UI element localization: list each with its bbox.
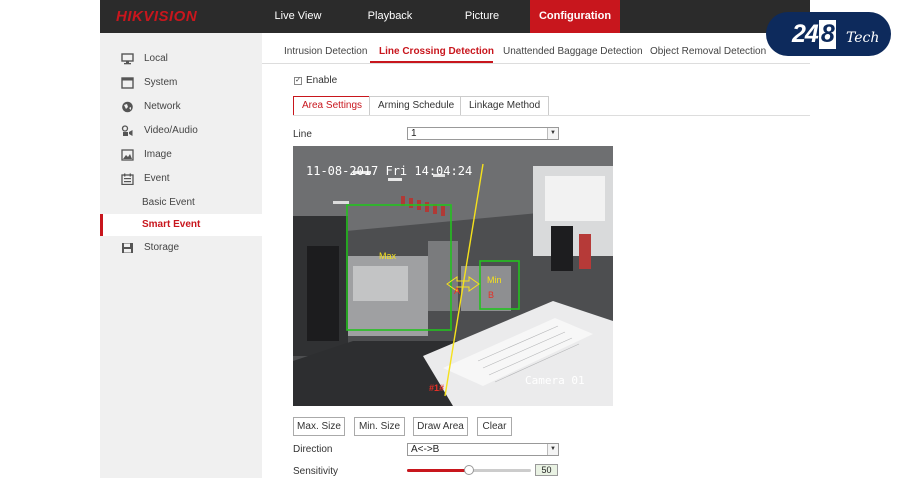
app-window: HIKVISION Live View Playback Picture Con…	[100, 0, 810, 478]
sidebar-item-label: System	[144, 77, 178, 88]
sidebar-item-network[interactable]: Network	[100, 96, 262, 118]
badge-number: 24	[792, 20, 819, 48]
monitor-icon	[121, 53, 134, 65]
line-label: Line	[293, 129, 312, 140]
osd-camera-name: Camera 01	[525, 374, 585, 387]
side-b-label: B	[488, 290, 494, 300]
sidebar-item-label: Network	[144, 101, 181, 112]
max-box-label: Max	[379, 251, 397, 261]
sidebar-item-smart-event[interactable]: Smart Event	[100, 214, 262, 236]
tab-intrusion-detection[interactable]: Intrusion Detection	[284, 46, 367, 57]
sensitivity-slider[interactable]	[407, 465, 531, 475]
osd-timestamp: 11-08-2017 Fri 14:04:24	[306, 164, 472, 178]
sidebar-item-image[interactable]: Image	[100, 144, 262, 166]
min-size-button[interactable]: Min. Size	[354, 417, 405, 436]
hikvision-logo: HIKVISION	[116, 8, 198, 25]
globe-icon	[122, 101, 133, 113]
subtab-linkage-method[interactable]: Linkage Method	[460, 96, 550, 116]
draw-area-button[interactable]: Draw Area	[413, 417, 468, 436]
side-a-label: A	[454, 286, 460, 296]
max-size-button[interactable]: Max. Size	[293, 417, 345, 436]
nav-live-view[interactable]: Live View	[262, 0, 334, 33]
enable-label: Enable	[306, 75, 338, 86]
nav-playback[interactable]: Playback	[356, 0, 424, 33]
line-select[interactable]: 1 ▼	[407, 127, 559, 140]
sensitivity-value[interactable]: 50	[535, 464, 558, 476]
video-audio-icon	[121, 125, 133, 136]
sidebar-item-label: Local	[144, 53, 168, 64]
sensitivity-slider-handle[interactable]	[464, 465, 474, 475]
tab-object-removal-detection[interactable]: Object Removal Detection	[650, 46, 766, 57]
chevron-down-icon: ▼	[547, 444, 558, 455]
subtab-arming-schedule[interactable]: Arming Schedule	[369, 96, 464, 116]
clear-button[interactable]: Clear	[477, 417, 512, 436]
line-select-value: 1	[411, 128, 417, 139]
sidebar-item-system[interactable]: System	[100, 72, 262, 94]
floppy-icon	[122, 243, 133, 253]
direction-label: Direction	[293, 444, 333, 455]
sidebar-item-event[interactable]: Event	[100, 168, 262, 190]
direction-select-value: A<->B	[411, 444, 440, 455]
sidebar-item-label: Video/Audio	[144, 125, 198, 136]
min-box-label: Min	[487, 275, 502, 285]
badge-tech-text: Tech	[846, 30, 880, 46]
248tech-badge-logo: 24 8 Tech	[766, 12, 891, 56]
sidebar-item-basic-event[interactable]: Basic Event	[100, 192, 262, 214]
sidebar-item-local[interactable]: Local	[100, 48, 262, 70]
sensitivity-slider-fill	[407, 469, 469, 472]
tab-unattended-baggage-detection[interactable]: Unattended Baggage Detection	[503, 46, 643, 57]
sidebar-item-label: Event	[144, 173, 170, 184]
badge-eight: 8	[818, 20, 836, 49]
active-tab-indicator	[370, 61, 493, 63]
enable-checkbox[interactable]: ✓	[294, 77, 302, 85]
top-navigation-bar: HIKVISION Live View Playback Picture Con…	[100, 0, 810, 33]
subtab-divider	[293, 115, 810, 116]
tab-divider	[262, 63, 810, 64]
nav-picture[interactable]: Picture	[450, 0, 514, 33]
chevron-down-icon: ▼	[547, 128, 558, 139]
subtab-area-settings[interactable]: Area Settings	[293, 96, 372, 116]
window-icon	[121, 77, 134, 89]
sidebar-item-label: Storage	[144, 242, 180, 253]
sidebar-item-video-audio[interactable]: Video/Audio	[100, 120, 262, 142]
sidebar-item-label: Image	[144, 149, 172, 160]
tab-line-crossing-detection[interactable]: Line Crossing Detection	[379, 46, 494, 57]
direction-select[interactable]: A<->B ▼	[407, 443, 559, 456]
camera-preview[interactable]: 11-08-2017 Fri 14:04:24 Camera 01 Max Mi…	[293, 146, 613, 406]
calendar-icon	[121, 173, 134, 185]
sensitivity-label: Sensitivity	[293, 466, 339, 477]
sidebar-item-storage[interactable]: Storage	[100, 237, 262, 259]
nav-configuration[interactable]: Configuration	[530, 0, 620, 33]
sidebar: Local System Network Video/Audio Image E…	[100, 33, 262, 478]
image-icon	[121, 149, 134, 161]
line-id-label: #1#	[429, 383, 444, 393]
camera-scene: 11-08-2017 Fri 14:04:24 Camera 01 Max Mi…	[293, 146, 613, 406]
